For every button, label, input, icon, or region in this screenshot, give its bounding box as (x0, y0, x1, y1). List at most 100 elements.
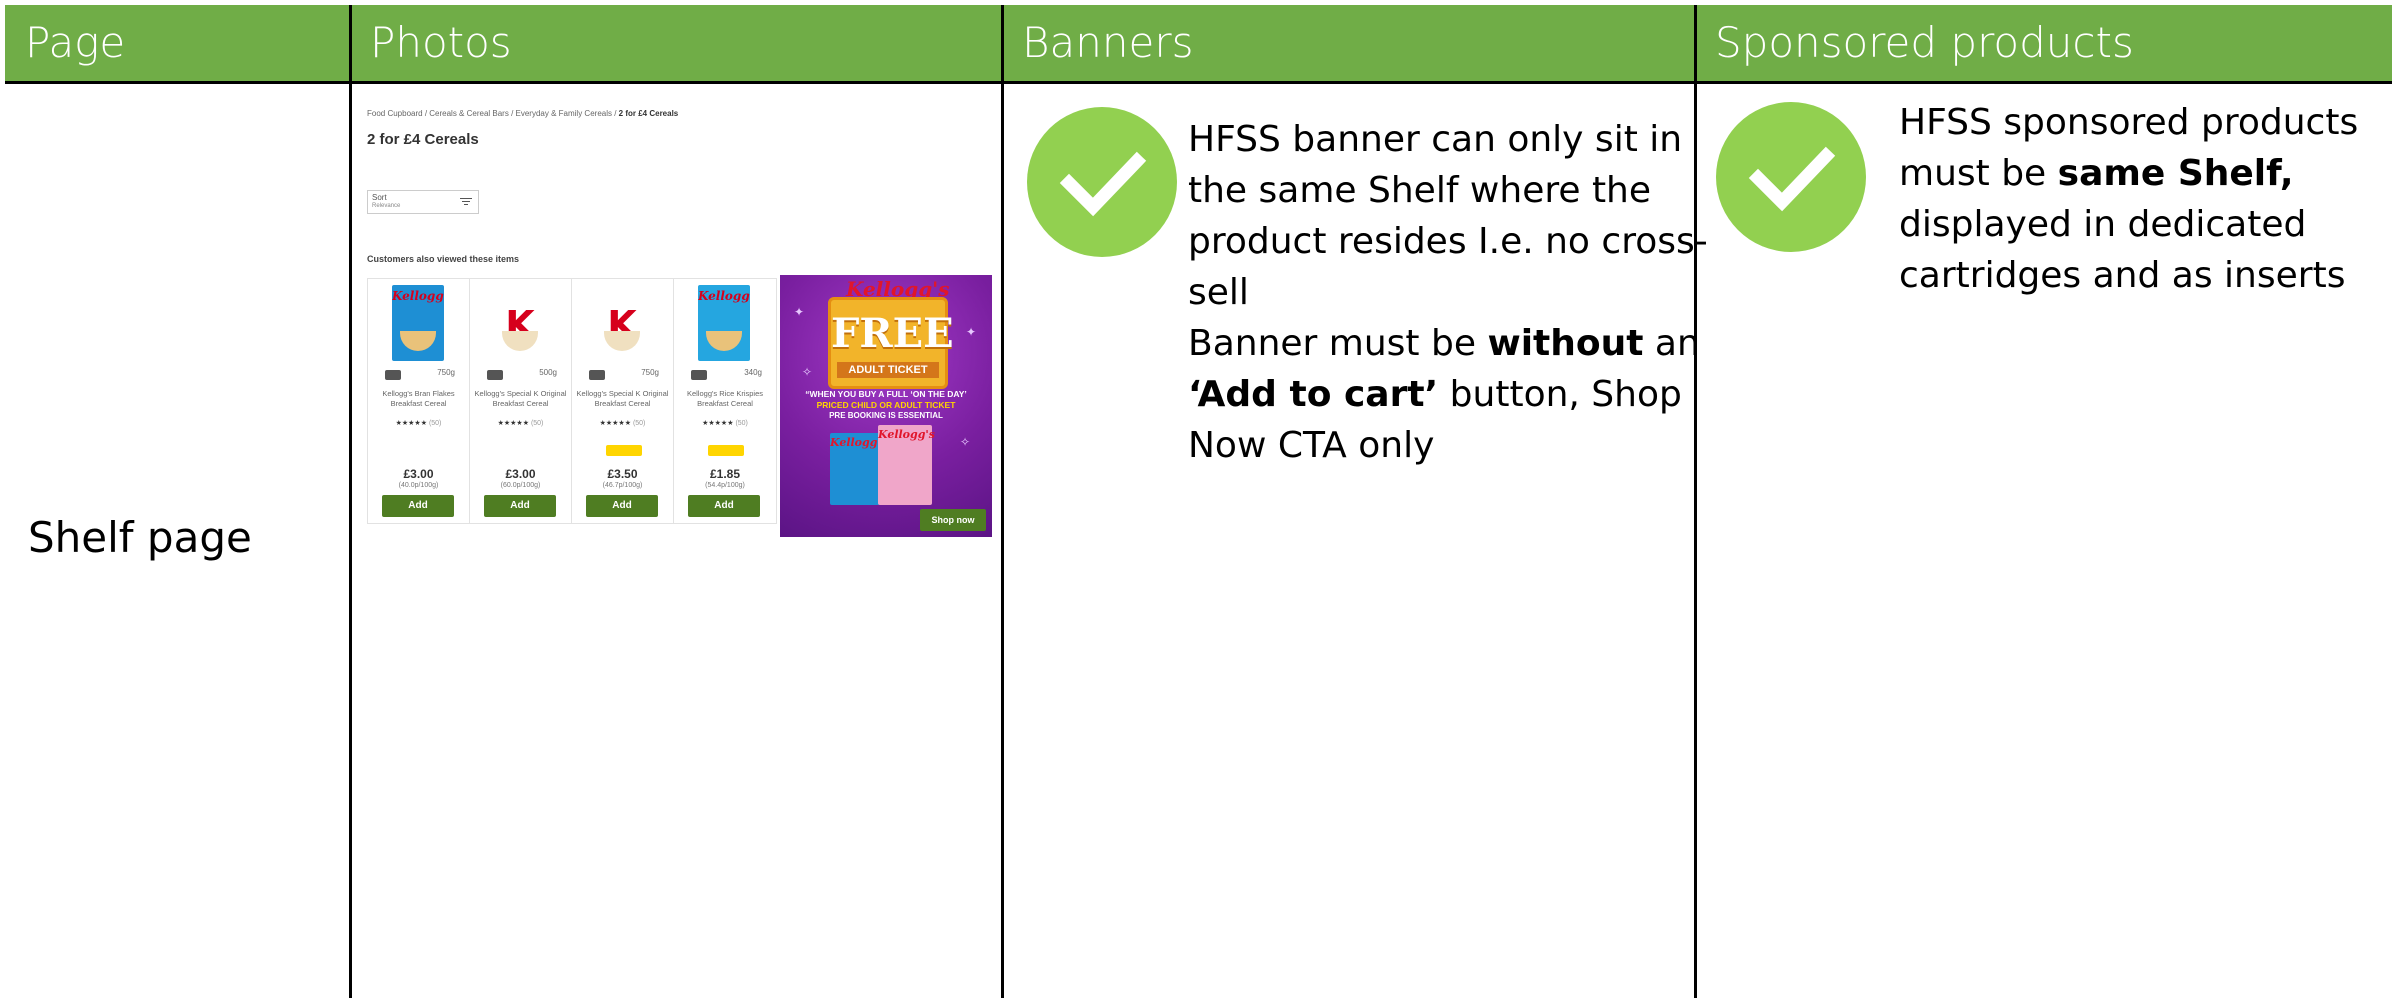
sparkle-icon: ✧ (802, 365, 813, 379)
unit-price: (54.4p/100g) (705, 482, 745, 489)
sort-dropdown[interactable]: Sort Relevance (367, 190, 479, 214)
product-price: £1.85 (709, 467, 741, 481)
product-name[interactable]: Kellogg's Special K Original Breakfast C… (474, 389, 567, 409)
rating-stars: ★★★★★ (50) (395, 420, 442, 427)
product-weight: 750g (641, 368, 659, 377)
rule-text-run: Banner must be (1188, 323, 1488, 364)
cereal-pack-image: K (596, 285, 648, 361)
column-divider (1001, 5, 1004, 998)
sparkle-icon: ✦ (966, 325, 977, 339)
favourite-icon[interactable] (385, 370, 401, 380)
header-banners: Banners (1002, 5, 1695, 81)
rating-stars: ★★★★★ (50) (599, 420, 646, 427)
sparkle-icon: ✦ (794, 305, 805, 319)
rating-stars: ★★★★★ (50) (702, 420, 748, 427)
offer-badge (708, 445, 744, 456)
rule-text-run: an (1643, 323, 1700, 364)
rule-line: product resides I.e. no cross- (1188, 221, 1708, 262)
product-card[interactable]: K 750g Kellogg's Special K Original Brea… (572, 279, 674, 523)
header-photos: Photos (350, 5, 1002, 81)
rating-count: (50) (735, 420, 748, 427)
column-divider (349, 5, 352, 998)
rule-line: ‘Add to cart’ button, Shop (1188, 369, 1708, 420)
header-page: Page (5, 5, 350, 81)
banner-line3: PRE BOOKING IS ESSENTIAL (829, 411, 943, 420)
breadcrumb-path: Food Cupboard / Cereals & Cereal Bars / … (367, 109, 619, 118)
product-name[interactable]: Kellogg's Special K Original Breakfast C… (576, 389, 669, 409)
header-sponsored: Sponsored products (1695, 5, 2392, 81)
sort-label: Sort (372, 193, 387, 202)
page-label: Shelf page (28, 513, 252, 562)
breadcrumb-current: 2 for £4 Cereals (618, 109, 679, 118)
checkmark-icon (1027, 107, 1177, 257)
sparkle-icon: ✧ (960, 435, 971, 449)
favourite-icon[interactable] (691, 370, 707, 380)
shelf-title: 2 for £4 Cereals (367, 131, 479, 148)
hfss-banner[interactable]: ✦ ✦ ✧ ✧ Kellogg's FREE ADULT TICKET “WHE… (780, 275, 992, 537)
product-card[interactable]: K 500g Kellogg's Special K Original Brea… (470, 279, 572, 523)
banner-ticket: ADULT TICKET (837, 362, 939, 378)
rule-text-run: button, Shop (1438, 374, 1682, 415)
shop-now-button[interactable]: Shop now (920, 509, 986, 531)
breadcrumb: Food Cupboard / Cereals & Cereal Bars / … (367, 109, 678, 118)
product-carousel: Kellogg's 750g Kellogg's Bran Flakes Bre… (367, 278, 777, 524)
cereal-pack-image: K (494, 285, 546, 361)
rating-count: (50) (530, 420, 544, 427)
product-card[interactable]: Kellogg's 340g Kellogg's Rice Krispies B… (674, 279, 776, 523)
add-button[interactable]: Add (586, 495, 658, 517)
rule-line: the same Shelf where the (1188, 170, 1652, 211)
rule-line: HFSS banner can only sit in (1188, 119, 1683, 160)
rating-stars: ★★★★★ (50) (497, 420, 544, 427)
favourite-icon[interactable] (589, 370, 605, 380)
also-viewed-heading: Customers also viewed these items (367, 254, 520, 264)
cereal-pack-image: Kellogg's (698, 285, 750, 361)
cereal-pack-image: Kellogg's (878, 425, 935, 505)
add-button[interactable]: Add (484, 495, 556, 517)
sort-value: Relevance (372, 203, 401, 209)
filter-icon (460, 196, 472, 205)
checkmark-icon (1716, 102, 1866, 252)
product-name[interactable]: Kellogg's Rice Krispies Breakfast Cereal (678, 389, 772, 409)
rule-text-bold: without (1487, 323, 1644, 364)
hfss-rules-table: Page Photos Banners Sponsored products S… (0, 0, 2392, 998)
product-price: £3.50 (607, 467, 638, 481)
banners-rule-text: HFSS banner can only sit in the same She… (1188, 114, 1708, 471)
rule-line: sell (1188, 272, 1249, 313)
ticket-graphic: FREE ADULT TICKET (828, 297, 954, 389)
rule-text-bold: ‘Add to cart’ (1188, 374, 1439, 415)
add-button[interactable]: Add (382, 495, 454, 517)
unit-price: (60.0p/100g) (500, 482, 541, 489)
rating-count: (50) (632, 420, 646, 427)
rule-line: HFSS sponsored products (1899, 102, 2359, 143)
rule-line: Now CTA only (1188, 425, 1435, 466)
product-card[interactable]: Kellogg's 750g Kellogg's Bran Flakes Bre… (368, 279, 470, 523)
offer-badge (606, 445, 642, 456)
add-button[interactable]: Add (688, 495, 760, 517)
product-name[interactable]: Kellogg's Bran Flakes Breakfast Cereal (372, 389, 465, 409)
product-weight: 340g (744, 368, 762, 377)
rule-line: cartridges and as inserts (1899, 255, 2346, 296)
favourite-icon[interactable] (487, 370, 503, 380)
pack-brand: Kellogg's (698, 289, 750, 303)
product-weight: 500g (539, 368, 557, 377)
product-price: £3.00 (505, 467, 536, 481)
rule-text-run: must be (1899, 153, 2058, 194)
rule-line: displayed in dedicated (1899, 204, 2307, 245)
rule-text-bold: same Shelf, (2057, 153, 2294, 194)
unit-price: (46.7p/100g) (602, 482, 643, 489)
cereal-pack-image: Kellogg's (830, 433, 887, 505)
banner-free: FREE (831, 310, 954, 357)
shelf-page-screenshot: Food Cupboard / Cereals & Cereal Bars / … (362, 100, 992, 540)
product-weight: 750g (437, 368, 455, 377)
cereal-pack-image: Kellogg's (392, 285, 444, 361)
header-divider (5, 81, 2392, 84)
product-price: £3.00 (403, 467, 434, 481)
sponsored-rule-text: HFSS sponsored products must be same She… (1899, 97, 2358, 301)
pack-brand: Kellogg's (392, 289, 444, 303)
rating-count: (50) (428, 420, 442, 427)
banner-line2: PRICED CHILD OR ADULT TICKET (816, 400, 956, 410)
rule-line: must be same Shelf, (1899, 148, 2358, 199)
banner-line1: “WHEN YOU BUY A FULL ‘ON THE DAY’ (805, 389, 967, 399)
unit-price: (40.0p/100g) (398, 482, 439, 489)
rule-line: Banner must be without an (1188, 318, 1708, 369)
